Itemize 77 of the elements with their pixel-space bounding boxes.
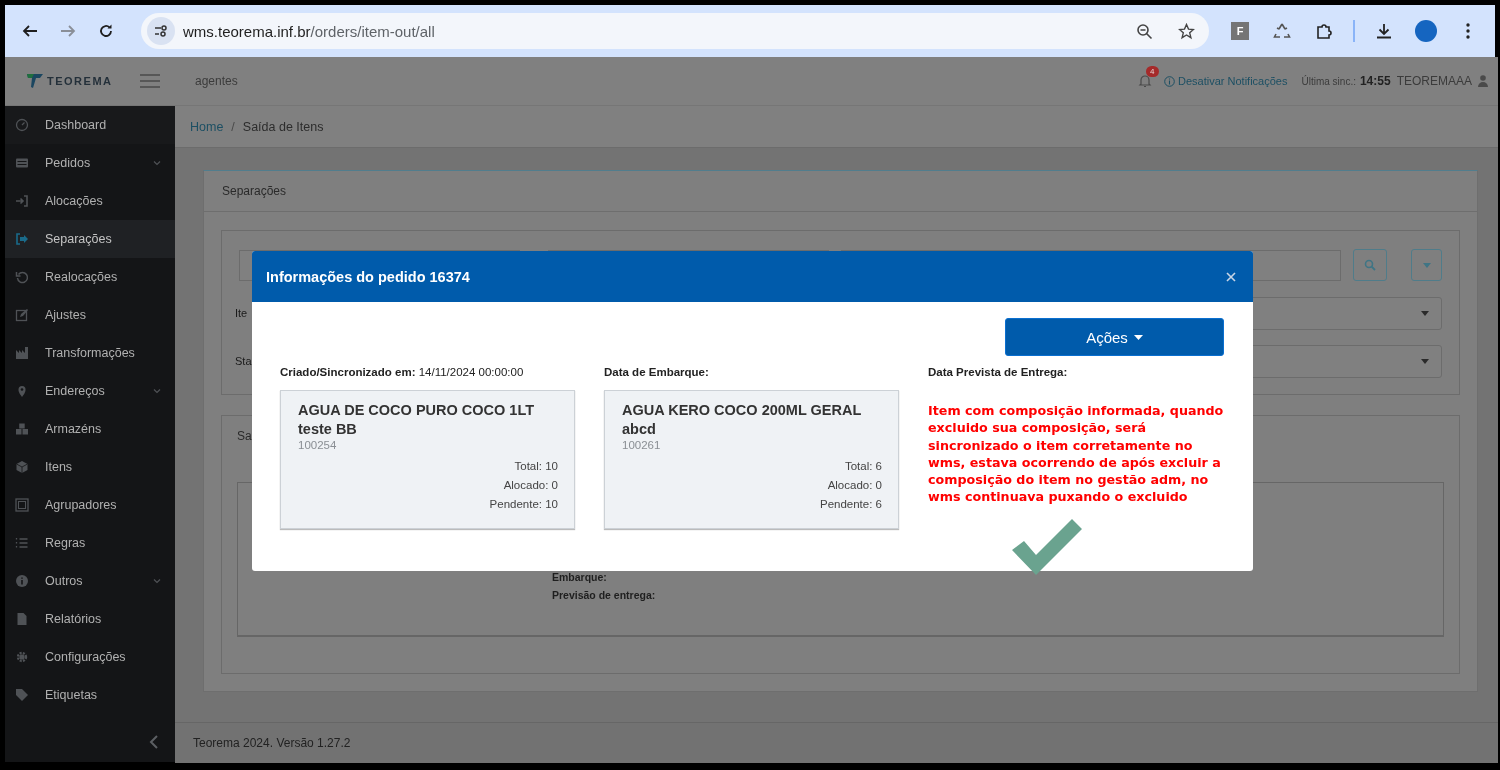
dialog-title: Informações do pedido 16374 [266,268,470,285]
item-name: AGUA KERO COCO 200ML GERAL abcd [622,401,863,439]
sign-out-icon [15,232,29,246]
sidebar-item[interactable]: Relatórios [5,600,175,638]
sidebar-item[interactable]: Alocações [5,182,175,220]
item-total: Total: 6 [843,459,882,474]
detail-label: Previsão de entrega: [552,589,657,601]
context-label: agentes [195,74,239,88]
gauge-icon [15,118,29,132]
detail-label: Embarque: [552,571,608,583]
sidebar-item[interactable]: Ajustes [5,296,175,334]
site-settings-icon[interactable] [147,17,175,45]
sidebar-item[interactable]: Pedidos [5,144,175,182]
caret-icon [1421,358,1429,364]
file-icon [15,612,29,626]
caret-icon [1133,334,1143,340]
gear-icon [15,650,29,664]
item-total: Total: 10 [513,459,558,474]
sidebar-item[interactable]: Endereços [5,372,175,410]
item-pending: Pendente: 10 [488,497,558,512]
created-date: Criado/Sincronizado em: 14/11/2024 00:00:00 [280,366,525,380]
sign-in-icon [15,194,29,208]
list-icon [15,536,29,550]
caret-icon [1422,262,1431,268]
footer-text: Teorema 2024. Versão 1.27.2 [193,736,351,750]
notification-badge: 4 [1146,66,1159,77]
item-code: 100254 [298,439,338,451]
address-bar[interactable]: wms.teorema.inf.br/orders/item-out/all [141,13,1209,49]
info-icon [15,574,29,588]
filter-label: Ite [235,307,249,319]
extension-icon[interactable]: F [1231,22,1249,40]
cubes-icon [15,422,29,436]
sidebar-item[interactable]: Agrupadores [5,486,175,524]
sidebar-item[interactable]: Configurações [5,638,175,676]
annotation-text: Item com composição informada, quando excluido sua composição, será sincronizado o item corretamente no wms, estava ocorrendo de após excluir a composição do item no gestão adm, no wms continuava puxando o excluido [928,402,1225,507]
profile-avatar[interactable] [1415,20,1437,42]
sidebar-item[interactable]: Transformações [5,334,175,372]
chart-icon [15,346,29,360]
breadcrumb-current: Saída de Itens [242,119,324,134]
delivery-date-label: Data Prevista de Entrega: [928,366,1069,380]
url-text: wms.teorema.inf.br/orders/item-out/all [183,22,436,40]
item-name: AGUA DE COCO PURO COCO 1LT teste BB [298,401,536,439]
close-icon[interactable] [1225,270,1237,283]
search-icon [1364,259,1376,271]
breadcrumb-separator: / [231,119,235,134]
item-pending: Pendente: 6 [818,497,882,512]
tag-icon [15,688,29,702]
sidebar-item[interactable]: Armazéns [5,410,175,448]
last-sync-time: 14:55 [1359,74,1391,88]
edit-icon [15,308,29,322]
collapse-icon[interactable] [149,735,159,749]
filter-label: Sta [235,355,253,367]
logo-icon [27,74,43,88]
sidebar-item[interactable]: Etiquetas [5,676,175,714]
item-allocated: Alocado: 0 [826,478,882,493]
tab[interactable]: Sa [237,429,252,443]
frame-icon [15,498,29,512]
list-icon [15,156,29,170]
sidebar-item[interactable]: Outros [5,562,175,600]
caret-icon [1421,310,1429,316]
shipping-date-label: Data de Embarque: [604,366,710,380]
sidebar-item[interactable]: Regras [5,524,175,562]
item-code: 100261 [622,439,662,451]
last-sync-label: Última sinc.: [1301,75,1356,87]
sidebar-item[interactable]: Separações [5,220,175,258]
cube-icon [15,460,29,474]
logo-text: TEOREMA [47,75,113,87]
card-title: Separações [222,184,287,198]
sidebar-item[interactable]: Realocações [5,258,175,296]
info-icon [1164,75,1176,87]
toggle-button[interactable] [1411,249,1442,281]
sidebar-item[interactable]: Dashboard [5,106,175,144]
item-allocated: Alocado: 0 [502,478,558,493]
undo-icon [15,270,29,284]
sidebar-item[interactable]: Itens [5,448,175,486]
actions-button[interactable]: Ações [1005,318,1224,356]
checkmark-icon [1012,517,1084,577]
